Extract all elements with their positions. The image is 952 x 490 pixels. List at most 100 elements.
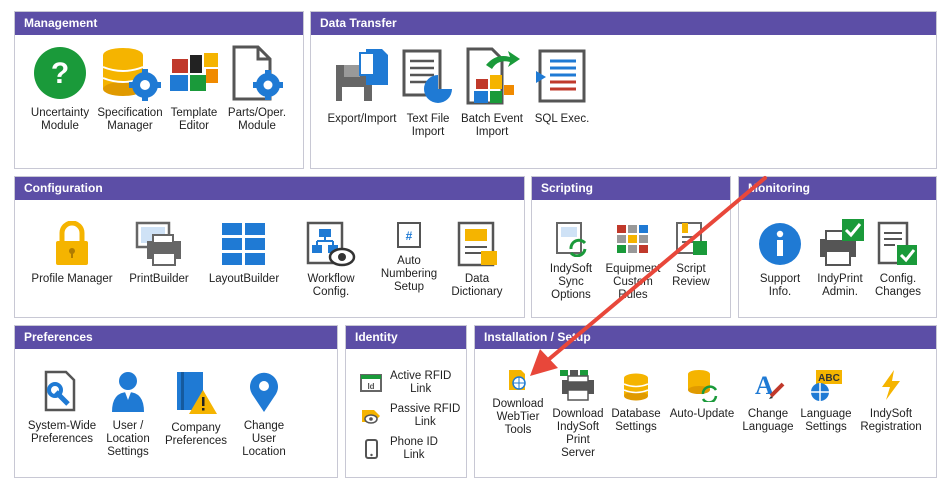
web-document-icon: [509, 370, 526, 390]
user-icon: [112, 372, 144, 412]
phone-icon: [365, 439, 378, 459]
sql-exec-label: SQL Exec.: [534, 113, 590, 125]
data-transfer-panel: Data Transfer Export/Import Text File Im…: [310, 11, 937, 169]
indysoft-sync-options-label: IndySoft Sync Options: [549, 263, 593, 301]
user-location-settings-tile[interactable]: User / Location Settings: [95, 370, 161, 459]
dictionary-icon: [457, 221, 497, 267]
numbering-icon: #: [397, 222, 421, 248]
rfid-tag-icon: [362, 410, 380, 424]
document-gear-icon: [232, 45, 283, 101]
config-changes-tile[interactable]: Config. Changes: [863, 221, 933, 299]
script-review-icon: [676, 222, 707, 255]
configuration-header: Configuration: [15, 177, 524, 200]
parts-oper-module-label: Parts/Oper. Module: [227, 107, 287, 132]
custom-rules-icon: [617, 225, 648, 253]
configuration-panel: Configuration Profile Manager PrintBuild…: [14, 176, 525, 318]
script-review-tile[interactable]: Script Review: [658, 221, 724, 289]
config-changes-label: Config. Changes: [874, 273, 922, 298]
printer-check-icon: [820, 219, 864, 266]
svg-text:?: ?: [51, 57, 69, 90]
svg-text:ABC: ABC: [818, 373, 840, 384]
monitoring-panel: Monitoring Support Info. IndyPrint Admin…: [738, 176, 937, 318]
template-editor-label: Template Editor: [170, 107, 218, 132]
lock-icon: [56, 221, 88, 265]
sql-exec-tile[interactable]: SQL Exec.: [519, 45, 605, 126]
data-transfer-header: Data Transfer: [311, 12, 936, 35]
database-settings-tile[interactable]: Database Settings: [603, 372, 669, 434]
printbuilder-tile[interactable]: PrintBuilder: [121, 221, 197, 286]
id-card-icon: Id: [360, 374, 382, 392]
management-panel: Management ? Uncertainty Module Specific…: [14, 11, 304, 169]
installation-setup-header: Installation / Setup: [475, 326, 936, 349]
script-review-label: Script Review: [672, 263, 710, 288]
batch-event-import-icon: [466, 47, 520, 105]
management-header: Management: [15, 12, 303, 35]
auto-update-label: Auto-Update: [669, 408, 735, 420]
monitoring-header: Monitoring: [739, 177, 936, 200]
auto-update-tile[interactable]: Auto-Update: [663, 368, 741, 421]
layoutbuilder-tile[interactable]: LayoutBuilder: [201, 221, 287, 286]
passive-rfid-link-label: Passive RFID Link: [390, 403, 461, 428]
layout-grid-icon: [222, 223, 265, 265]
indysoft-registration-tile[interactable]: IndySoft Registration: [853, 368, 929, 434]
print-server-icon: [560, 370, 594, 401]
user-location-settings-label: User / Location Settings: [106, 420, 150, 458]
download-indysoft-print-server-tile[interactable]: Download IndySoft Print Server: [545, 368, 611, 460]
change-user-location-label: Change User Location: [242, 420, 286, 458]
profile-manager-tile[interactable]: Profile Manager: [23, 221, 121, 286]
auto-numbering-setup-tile[interactable]: # Auto Numbering Setup: [369, 221, 449, 294]
database-settings-label: Database Settings: [611, 408, 661, 433]
export-import-icon: [336, 49, 388, 101]
change-language-tile[interactable]: A Change Language: [735, 368, 801, 434]
layoutbuilder-label: LayoutBuilder: [208, 273, 280, 285]
preferences-panel: Preferences System-Wide Preferences User…: [14, 325, 338, 478]
data-dictionary-tile[interactable]: Data Dictionary: [439, 221, 515, 299]
active-rfid-link-item[interactable]: Id Active RFID Link: [360, 370, 451, 396]
system-wide-preferences-label: System-Wide Preferences: [27, 420, 97, 445]
indysoft-registration-label: IndySoft Registration: [860, 408, 922, 433]
active-rfid-link-label: Active RFID Link: [390, 370, 452, 395]
company-preferences-label: Company Preferences: [164, 422, 227, 447]
phone-id-link-label: Phone ID Link: [390, 436, 438, 461]
batch-event-import-label: Batch Event Import: [460, 113, 523, 138]
profile-manager-label: Profile Manager: [31, 273, 113, 285]
phone-id-link-item[interactable]: Phone ID Link: [360, 436, 438, 462]
database-sync-icon: [688, 370, 718, 402]
passive-rfid-link-item[interactable]: Passive RFID Link: [360, 403, 460, 429]
download-indysoft-print-server-label: Download IndySoft Print Server: [552, 408, 604, 459]
sql-exec-icon: [536, 49, 586, 103]
text-file-import-icon: [402, 49, 452, 103]
identity-panel: Identity Id Active RFID Link Passive RFI…: [345, 325, 467, 478]
change-language-label: Change Language: [742, 408, 794, 433]
language-settings-tile[interactable]: ABC Language Settings: [793, 368, 859, 434]
book-warning-icon: [177, 372, 217, 414]
question-icon: ?: [34, 47, 86, 99]
scripting-panel: Scripting IndySoft Sync Options Equipmen…: [531, 176, 731, 318]
change-user-location-tile[interactable]: Change User Location: [221, 370, 307, 459]
text-file-import-label: Text File Import: [406, 113, 450, 138]
indysoft-sync-options-tile[interactable]: IndySoft Sync Options: [536, 221, 606, 302]
workflow-icon: [306, 221, 356, 267]
auto-numbering-setup-label: Auto Numbering Setup: [380, 255, 438, 293]
printer-icon: [135, 221, 181, 266]
svg-text:#: #: [406, 229, 413, 243]
database-icon: [623, 373, 649, 401]
data-dictionary-label: Data Dictionary: [451, 273, 503, 298]
map-pin-icon: [250, 372, 278, 412]
uncertainty-module-label: Uncertainty Module: [30, 107, 90, 132]
preferences-header: Preferences: [15, 326, 337, 349]
document-check-icon: [877, 221, 917, 265]
document-wrench-icon: [44, 370, 76, 412]
letter-pen-icon: A: [755, 371, 785, 400]
printbuilder-label: PrintBuilder: [129, 273, 189, 285]
indyprint-admin-label: IndyPrint Admin.: [817, 273, 863, 298]
installation-setup-panel: Installation / Setup Download WebTier To…: [474, 325, 937, 478]
scripting-header: Scripting: [532, 177, 730, 200]
parts-oper-module-tile[interactable]: Parts/Oper. Module: [214, 45, 300, 133]
system-wide-preferences-tile[interactable]: System-Wide Preferences: [19, 370, 105, 446]
download-webtier-tools-tile[interactable]: Download WebTier Tools: [483, 368, 553, 437]
info-icon: [759, 223, 801, 265]
workflow-config-tile[interactable]: Workflow Config.: [291, 221, 371, 299]
abc-globe-icon: ABC: [811, 370, 842, 401]
sync-icon: [556, 222, 587, 257]
